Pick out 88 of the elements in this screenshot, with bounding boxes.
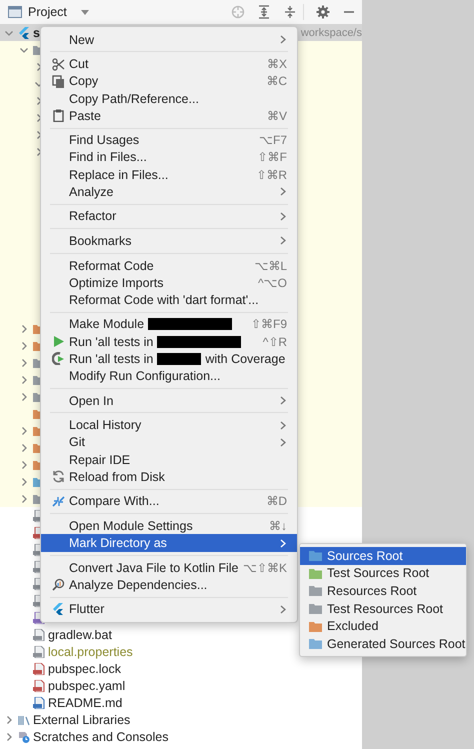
chevron-right-icon[interactable] <box>19 374 29 384</box>
shortcut-text: ⌘X <box>266 57 287 72</box>
menu-item[interactable]: Convert Java File to Kotlin File ⌥⇧⌘K <box>41 559 297 576</box>
menu-item[interactable]: Analyze Dependencies... <box>41 576 297 594</box>
copy-icon <box>52 74 65 88</box>
shortcut-text: ⌥⇧⌘K <box>242 560 287 575</box>
file-name: local.properties <box>48 644 133 658</box>
run-icon <box>52 335 65 348</box>
menu-item[interactable]: Cut ⌘X <box>41 56 297 73</box>
file-name: s <box>33 26 40 40</box>
flutter-icon <box>18 26 30 38</box>
magnifier-chart-icon <box>52 578 65 592</box>
locate-icon[interactable] <box>231 5 245 19</box>
shortcut-text: ⌘D <box>266 494 287 508</box>
menu-item[interactable]: Modify Run Configuration... <box>41 367 297 385</box>
file-name: Scratches and Consoles <box>33 730 168 744</box>
chevron-right-icon[interactable] <box>19 392 29 402</box>
settings-icon[interactable] <box>316 5 330 19</box>
shortcut-text: ^⌥O <box>258 276 287 290</box>
file-name: pubspec.lock <box>48 662 121 676</box>
scissors-icon <box>52 58 65 71</box>
shortcut-text: ⇧⌘R <box>256 168 287 182</box>
chevron-right-icon[interactable] <box>19 460 29 470</box>
clipboard-icon <box>52 109 65 122</box>
chevron-right-icon[interactable] <box>4 732 14 742</box>
expand-all-icon[interactable] <box>257 5 271 19</box>
shortcut-text: ⇧⌘F <box>258 150 287 164</box>
chevron-right-icon[interactable] <box>19 340 29 350</box>
menu-item[interactable]: Copy ⌘C <box>41 72 297 90</box>
shortcut-text: ^⇧R <box>262 334 287 349</box>
menu-item[interactable]: Make Module ⇧⌘F9 <box>41 316 297 334</box>
dropdown-caret-icon[interactable] <box>80 10 89 14</box>
scratches-icon <box>18 730 30 742</box>
menu-item[interactable]: Git <box>41 434 297 451</box>
shortcut-text: ⌥F7 <box>258 133 287 148</box>
menu-item[interactable]: Reload from Disk <box>41 468 297 486</box>
reload-icon <box>52 470 65 484</box>
coverage-icon <box>52 352 65 366</box>
menu-item[interactable]: Repair IDE <box>41 450 297 468</box>
menu-item[interactable]: Test Resources Root <box>300 600 466 618</box>
menu-item[interactable]: Run 'all tests in with Coverage <box>41 350 297 368</box>
library-icon <box>18 714 30 726</box>
menu-item[interactable]: Flutter <box>41 600 297 618</box>
file-name: gradlew.bat <box>48 628 112 642</box>
menu-item[interactable]: Copy Path/Reference... <box>41 90 297 108</box>
menu-item[interactable]: Mark Directory as <box>41 534 297 552</box>
file-name: README.md <box>48 696 122 710</box>
menu-item[interactable]: Bookmarks <box>41 232 297 250</box>
chevron-right-icon[interactable] <box>19 324 29 334</box>
chevron-right-icon[interactable] <box>19 476 29 486</box>
menu-item[interactable]: Open In <box>41 392 297 410</box>
menu-item[interactable]: Refactor <box>41 208 297 225</box>
menu-item[interactable]: Optimize Imports ^⌥O <box>41 274 297 292</box>
menu-item[interactable]: Analyze <box>41 183 297 200</box>
menu-item[interactable]: Test Sources Root <box>300 564 466 582</box>
menu-item[interactable]: Open Module Settings ⌘↓ <box>41 517 297 534</box>
menu-item[interactable]: New <box>41 31 297 48</box>
shortcut-text: ⌥⌘L <box>254 258 287 273</box>
panel-title[interactable]: Project <box>28 5 67 19</box>
menu-item[interactable]: Generated Sources Root <box>300 634 466 653</box>
window-icon <box>8 6 22 18</box>
chevron-right-icon[interactable] <box>4 714 14 724</box>
menu-item[interactable]: Resources Root <box>300 582 466 600</box>
shortcut-text: ⌘C <box>266 74 287 88</box>
menu-item[interactable]: Paste ⌘V <box>41 107 297 124</box>
shortcut-text: ⌘↓ <box>269 518 287 533</box>
file-name: External Libraries <box>33 712 130 726</box>
menu-item[interactable]: Find Usages ⌥F7 <box>41 132 297 149</box>
menu-item[interactable]: Sources Root <box>300 547 466 565</box>
file-name: pubspec.yaml <box>48 678 126 692</box>
menu-item[interactable]: Find in Files... ⇧⌘F <box>41 148 297 166</box>
menu-item[interactable]: Reformat Code with 'dart format'... <box>41 291 297 308</box>
chevron-right-icon[interactable] <box>19 442 29 452</box>
menu-item[interactable]: Compare With... ⌘D <box>41 492 297 510</box>
shortcut-text: ⇧⌘F9 <box>250 317 287 332</box>
compare-icon <box>52 494 65 508</box>
chevron-right-icon[interactable] <box>19 358 29 368</box>
menu-item[interactable]: Reformat Code ⌥⌘L <box>41 256 297 274</box>
menu-item[interactable]: Excluded <box>300 617 466 635</box>
menu-item[interactable]: Run 'all tests in ^⇧R <box>41 333 297 350</box>
chevron-right-icon[interactable] <box>19 494 29 504</box>
chevron-right-icon[interactable] <box>19 426 29 436</box>
shortcut-text: ⌘V <box>266 108 287 123</box>
menu-item[interactable]: Replace in Files... ⇧⌘R <box>41 166 297 184</box>
collapse-all-icon[interactable] <box>283 5 297 19</box>
project-path: workspace/s <box>300 26 362 38</box>
flutter-icon <box>52 602 65 616</box>
menu-item[interactable]: Local History <box>41 416 297 434</box>
